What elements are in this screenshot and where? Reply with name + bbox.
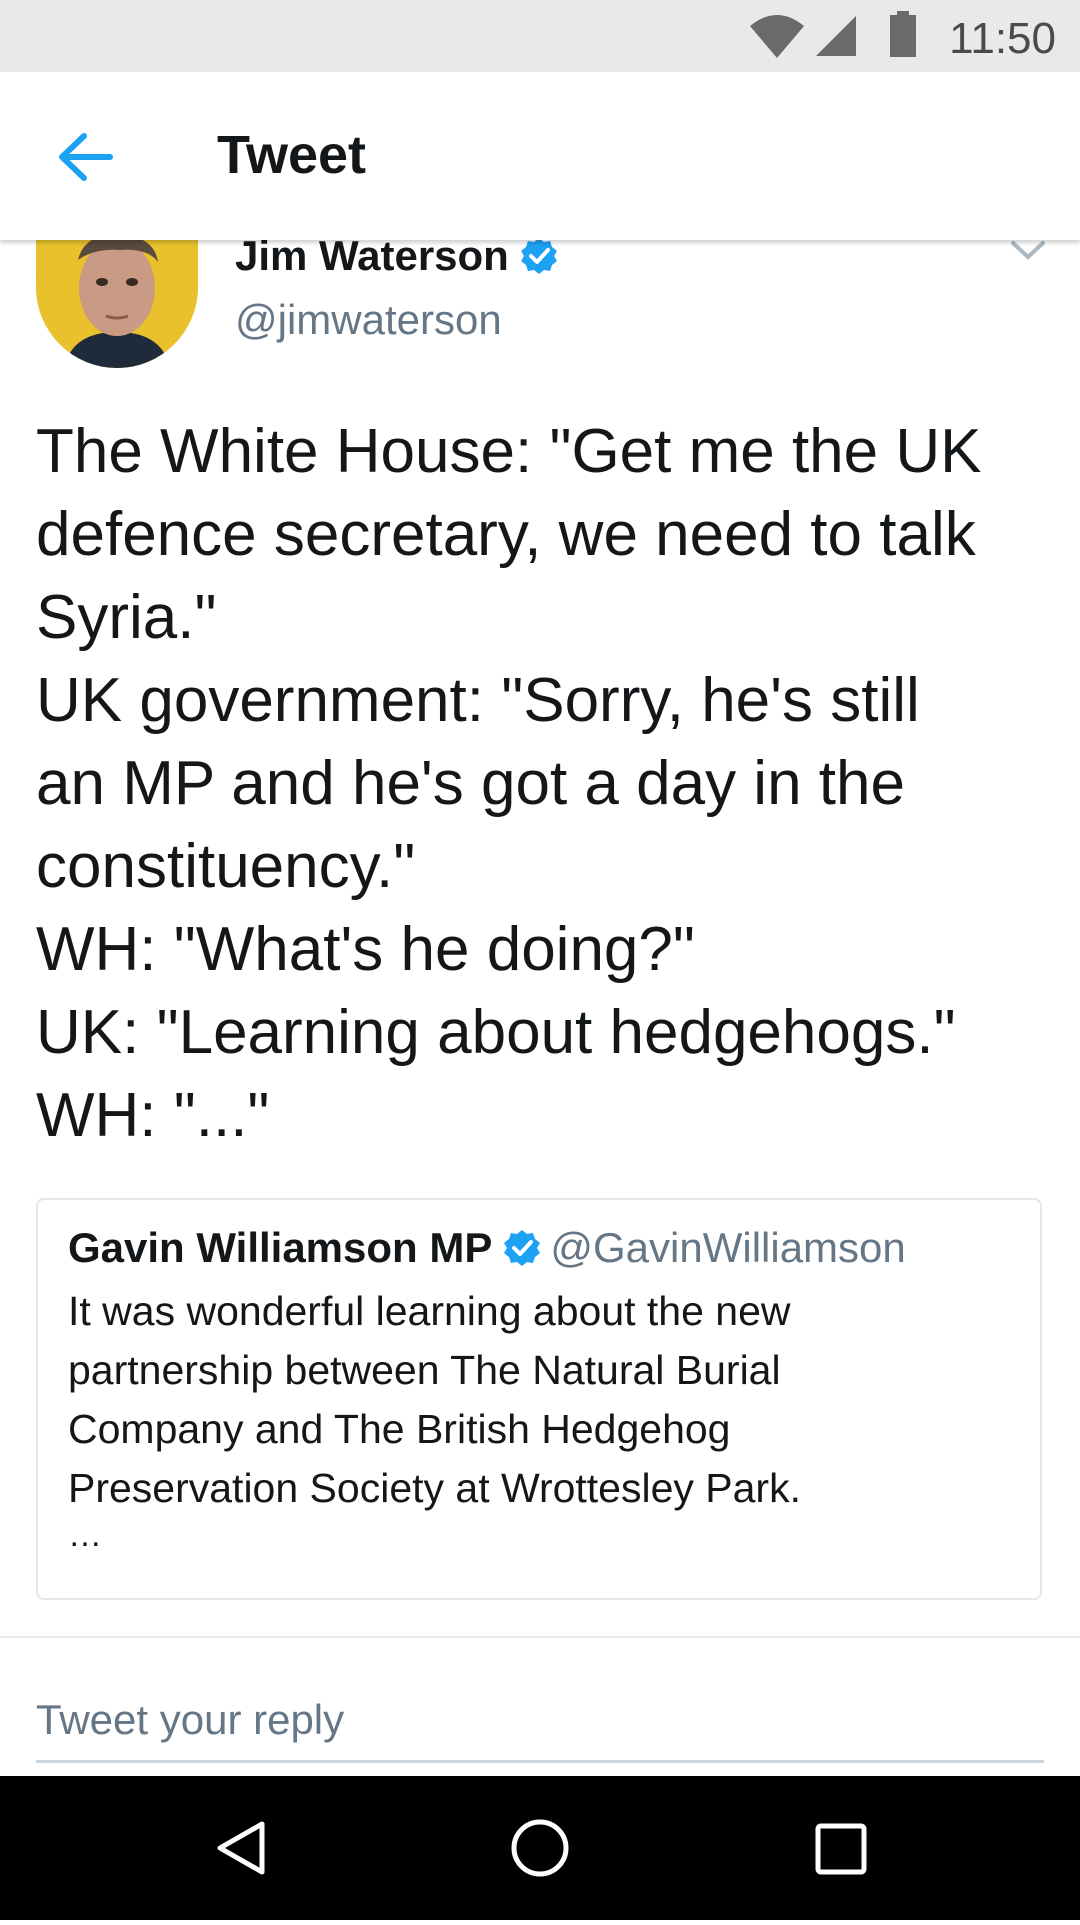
cell-signal-icon xyxy=(816,16,856,56)
tweet-line: an MP and he's got a day in the xyxy=(36,749,905,818)
quoted-tweet-line: Preservation Society at Wrottesley Park. xyxy=(68,1465,801,1511)
recents-square-icon xyxy=(815,1823,867,1875)
tweet-line: The White House: "Get me the UK xyxy=(36,417,982,486)
divider xyxy=(0,1636,1080,1638)
author-avatar-image xyxy=(36,240,198,368)
quoted-tweet-text: It was wonderful learning about the new … xyxy=(68,1282,1008,1518)
author-handle[interactable]: @jimwaterson xyxy=(235,296,502,344)
tweet-line: Syria." xyxy=(36,583,217,652)
tweet-text: The White House: "Get me the UK defence … xyxy=(36,410,1046,1157)
quoted-tweet-line: Company and The British Hedgehog xyxy=(68,1406,731,1452)
status-bar: 11:50 xyxy=(0,0,1080,72)
quoted-tweet-line: partnership between The Natural Burial xyxy=(68,1347,781,1393)
tweet-line: WH: "..." xyxy=(36,1081,270,1150)
verified-badge-icon xyxy=(504,1230,541,1266)
tweet-line: WH: "What's he doing?" xyxy=(36,915,695,984)
top-app-bar: Tweet xyxy=(0,72,1080,240)
nav-recents-button[interactable] xyxy=(760,1776,920,1920)
tweet-line: defence secretary, we need to talk xyxy=(36,500,976,569)
tweet-line: UK government: "Sorry, he's still xyxy=(36,666,920,735)
verified-badge-icon xyxy=(520,238,557,274)
wifi-icon xyxy=(750,15,804,58)
back-button[interactable] xyxy=(40,112,140,202)
reply-input[interactable] xyxy=(36,1680,1044,1763)
quoted-tweet-line: It was wonderful learning about the new xyxy=(68,1288,791,1334)
back-triangle-icon xyxy=(217,1821,265,1875)
quoted-author-name: Gavin Williamson MP xyxy=(68,1224,493,1271)
tweet-line: UK: "Learning about hedgehogs." xyxy=(36,998,956,1067)
back-arrow-icon xyxy=(59,133,113,181)
battery-icon xyxy=(890,11,916,57)
tweet-line: constituency." xyxy=(36,832,416,901)
chevron-down-icon[interactable] xyxy=(1010,240,1046,262)
system-nav-bar xyxy=(0,1776,1080,1920)
quoted-author-handle: @GavinWilliamson xyxy=(550,1224,906,1271)
nav-back-button[interactable] xyxy=(160,1776,320,1920)
page-title: Tweet xyxy=(217,125,367,185)
status-time: 11:50 xyxy=(949,14,1056,63)
quoted-tweet-header: Gavin Williamson MP @GavinWilliamson xyxy=(68,1224,906,1272)
home-circle-icon xyxy=(511,1819,569,1877)
avatar[interactable] xyxy=(36,240,198,368)
quoted-tweet-card[interactable]: Gavin Williamson MP @GavinWilliamson It … xyxy=(36,1198,1042,1600)
nav-home-button[interactable] xyxy=(460,1776,620,1920)
quoted-tweet-ellipsis: … xyxy=(68,1516,102,1554)
